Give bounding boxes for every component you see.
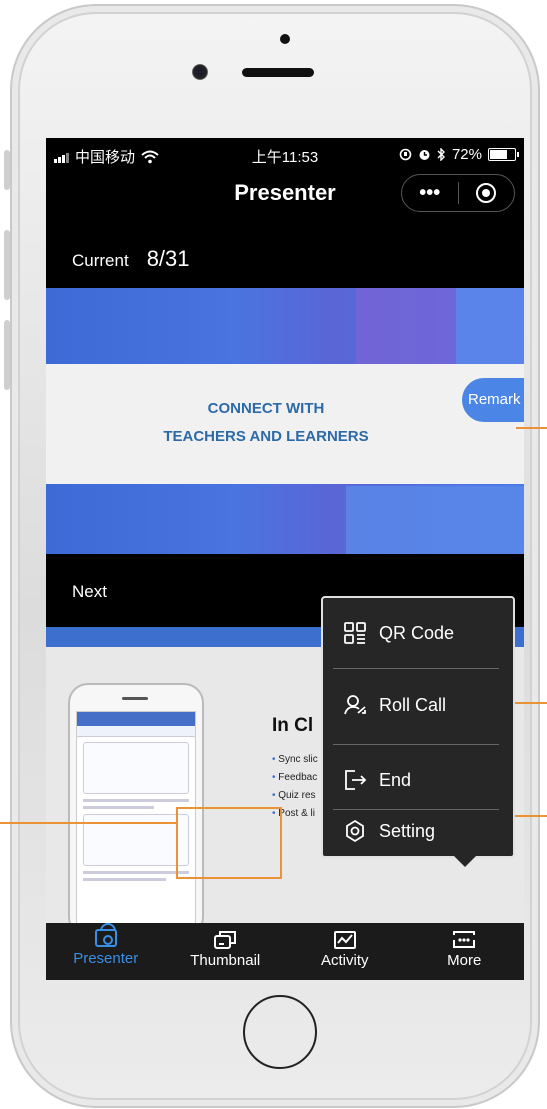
menu-item-label: QR Code [379, 622, 455, 643]
menu-item-setting[interactable]: Setting [323, 806, 513, 856]
menu-item-end[interactable]: End [323, 755, 513, 805]
current-page-row: Current 8/31 [72, 246, 190, 272]
thumbnail-icon [214, 931, 237, 949]
volume-down-button [4, 320, 10, 390]
next-label: Next [72, 582, 107, 601]
callout-line [0, 822, 177, 824]
tab-thumbnail[interactable]: Thumbnail [166, 923, 286, 980]
slide-decor-block [456, 288, 524, 368]
more-dots-icon: ••• [419, 181, 441, 204]
proximity-sensor [280, 34, 290, 44]
current-slide-preview[interactable]: CONNECT WITH TEACHERS AND LEARNERS Remar… [46, 288, 524, 554]
thumbnail-callout-box [176, 807, 282, 879]
more-options-button[interactable]: ••• [402, 182, 458, 205]
slide-heading-line2: TEACHERS AND LEARNERS [163, 428, 369, 445]
callout-line [516, 427, 547, 429]
presenter-icon [94, 923, 117, 947]
volume-up-button [4, 230, 10, 300]
slide-phone-illustration [68, 683, 204, 923]
slide-decor-block [356, 288, 456, 368]
home-button[interactable] [243, 995, 317, 1069]
status-right: 72% [399, 146, 519, 163]
menu-item-label: Setting [379, 820, 436, 841]
nav-bar: Presenter ••• [46, 174, 524, 214]
tab-presenter[interactable]: Presenter [46, 923, 166, 980]
bluetooth-icon [437, 148, 445, 161]
battery-icon [488, 148, 519, 161]
alarm-icon [419, 150, 430, 160]
earpiece-speaker [242, 68, 314, 77]
tab-label: Activity [320, 952, 369, 969]
current-page-number: 8/31 [146, 246, 190, 271]
slide-heading-line1: CONNECT WITH [207, 400, 325, 417]
mini-program-capsule: ••• [401, 174, 515, 212]
menu-item-label: End [379, 769, 412, 790]
gear-icon [343, 819, 367, 843]
callout-line [515, 702, 547, 704]
mute-switch [4, 150, 10, 190]
bullet-item: Sync slic [272, 751, 317, 769]
tab-activity[interactable]: Activity [285, 923, 405, 980]
battery-percent: 72% [451, 146, 482, 163]
activity-icon [333, 931, 356, 949]
qr-code-icon [343, 621, 367, 645]
bullet-item: Feedbac [272, 769, 318, 787]
more-icon [453, 931, 476, 949]
menu-item-roll-call[interactable]: Roll Call [323, 680, 513, 730]
front-camera [193, 65, 207, 79]
menu-item-qr-code[interactable]: QR Code [323, 608, 513, 658]
tab-label: More [447, 952, 482, 969]
tab-label: Thumbnail [190, 952, 261, 969]
menu-divider [333, 668, 499, 669]
bottom-tab-bar: Presenter Thumbnail Activity More [46, 923, 524, 980]
next-slide-heading: In Cl [272, 715, 314, 736]
orientation-lock-icon [399, 148, 412, 161]
tab-more[interactable]: More [405, 923, 525, 980]
tab-label: Presenter [73, 950, 139, 967]
remark-button[interactable]: Remark [462, 378, 524, 422]
menu-item-label: Roll Call [379, 694, 447, 715]
current-label: Current [72, 251, 129, 270]
slide-decor-block [346, 486, 524, 554]
menu-divider [333, 744, 499, 745]
slide-banner: CONNECT WITH TEACHERS AND LEARNERS [46, 364, 524, 484]
battery-fill [490, 150, 507, 159]
more-popup-menu: QR Code Roll Call End Setting [321, 596, 515, 858]
close-miniprogram-button[interactable] [459, 183, 515, 203]
callout-line [515, 815, 547, 817]
exit-icon [343, 768, 367, 792]
target-circle-icon [476, 183, 497, 203]
bullet-item: Quiz res [272, 787, 318, 805]
popup-pointer [454, 856, 476, 867]
status-bar: 中国移动 上午11:53 72% [46, 138, 524, 172]
roll-call-icon [343, 693, 367, 717]
